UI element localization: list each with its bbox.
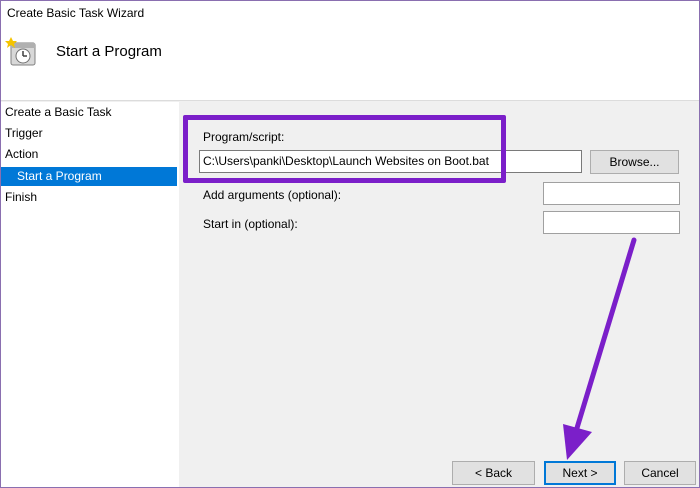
nav-step-action[interactable]: Action (1, 145, 177, 164)
title-bar: Create Basic Task Wizard (1, 1, 699, 25)
page-heading: Start a Program (56, 43, 162, 60)
add-arguments-label: Add arguments (optional): (203, 188, 342, 202)
next-button[interactable]: Next > (544, 461, 616, 485)
task-scheduler-icon (5, 37, 36, 66)
start-in-input[interactable] (543, 211, 680, 234)
annotation-highlight-box (183, 115, 506, 183)
nav-step-finish[interactable]: Finish (1, 188, 177, 207)
back-button[interactable]: < Back (452, 461, 535, 485)
nav-step-trigger[interactable]: Trigger (1, 124, 177, 143)
wizard-step-list: Create a Basic Task Trigger Action Start… (1, 102, 179, 487)
wizard-window: Create Basic Task Wizard Start a Program… (0, 0, 700, 488)
nav-step-create-basic-task[interactable]: Create a Basic Task (1, 103, 177, 122)
nav-step-start-a-program[interactable]: Start a Program (1, 167, 177, 186)
window-title: Create Basic Task Wizard (7, 6, 145, 20)
browse-button[interactable]: Browse... (590, 150, 679, 174)
add-arguments-input[interactable] (543, 182, 680, 205)
wizard-header: Start a Program (1, 25, 699, 101)
cancel-button[interactable]: Cancel (624, 461, 696, 485)
start-in-label: Start in (optional): (203, 217, 298, 231)
